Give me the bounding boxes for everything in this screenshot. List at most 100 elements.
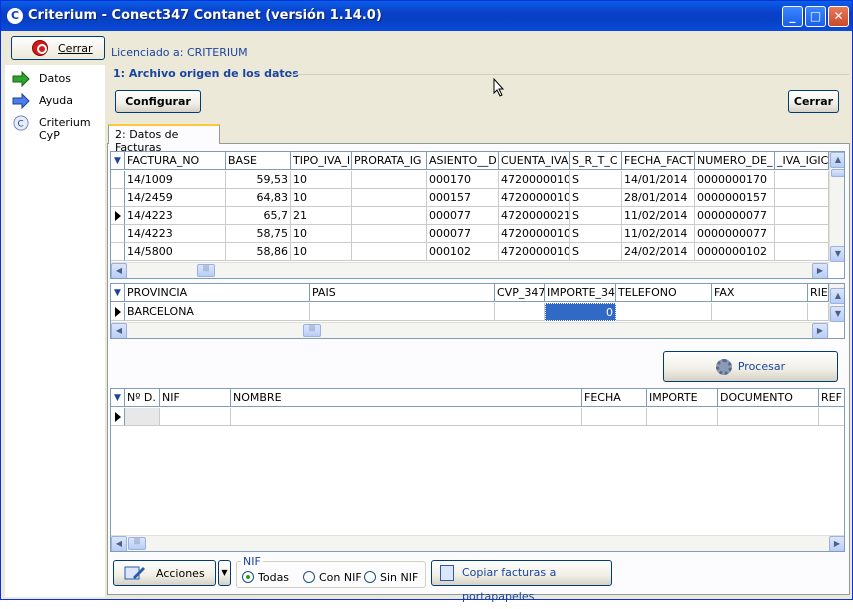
results-grid[interactable]: ▼ Nº D. NIF NOMBRE FECHA IMPORTE DOCUMEN… (110, 388, 845, 552)
table-row[interactable]: 14/1009 59,53 10 000170 4720000010 S 14/01/201… (111, 171, 829, 189)
cerrar-app-button[interactable]: Cerrar (11, 36, 105, 60)
column-header[interactable]: DOCUMENTO (718, 389, 819, 407)
column-header[interactable]: S_R_T_C (570, 152, 622, 170)
column-header[interactable]: CVP_347 (495, 284, 545, 302)
scroll-right-button[interactable]: ▶ (812, 263, 828, 278)
column-header[interactable]: REF (819, 389, 844, 407)
scroll-left-button[interactable]: ◀ (111, 263, 127, 278)
column-header[interactable]: RIE (808, 284, 829, 302)
cell[interactable]: 4720000021 (499, 207, 570, 225)
cell[interactable] (352, 189, 427, 207)
configurar-button[interactable]: Configurar (115, 90, 201, 113)
cell[interactable]: 0000000157 (695, 189, 775, 207)
cell[interactable] (647, 408, 718, 426)
scroll-left-button[interactable]: ◀ (111, 323, 127, 338)
cell[interactable]: 0000000170 (695, 171, 775, 189)
table-row[interactable] (111, 408, 844, 426)
cell[interactable]: 10 (291, 225, 352, 243)
cell[interactable]: 14/5800 (125, 243, 226, 261)
cell[interactable]: S (570, 225, 622, 243)
cell[interactable]: 000157 (427, 189, 499, 207)
cell[interactable]: S (570, 189, 622, 207)
cerrar-source-button[interactable]: Cerrar (788, 90, 839, 113)
cell[interactable]: S (570, 243, 622, 261)
cell[interactable]: 0000000077 (695, 207, 775, 225)
maximize-button[interactable]: □ (805, 6, 826, 27)
cell[interactable]: 4720000010 (499, 189, 570, 207)
cell[interactable] (775, 171, 829, 189)
close-window-button[interactable]: ✕ (828, 6, 849, 27)
cell[interactable]: 64,83 (226, 189, 291, 207)
minimize-button[interactable]: _ (782, 6, 803, 27)
column-header[interactable]: FAX (712, 284, 808, 302)
table-row[interactable]: BARCELONA 0 (111, 303, 829, 321)
scroll-up-button[interactable]: ▲ (830, 288, 844, 304)
cell[interactable] (819, 408, 844, 426)
cell[interactable]: 000077 (427, 225, 499, 243)
cell[interactable] (775, 189, 829, 207)
cell[interactable] (808, 303, 829, 321)
cell[interactable]: 10 (291, 171, 352, 189)
cell[interactable]: 14/4223 (125, 225, 226, 243)
cell[interactable]: 14/01/2014 (622, 171, 695, 189)
column-header[interactable]: IMPORTE_34 (545, 284, 616, 302)
table-row[interactable]: 14/5800 58,86 10 000102 4720000010 S 24/02/201… (111, 243, 829, 261)
invoices-grid[interactable]: ▼ FACTURA_NO BASE TIPO_IVA_I PRORATA_IG … (110, 151, 845, 279)
tab-datos-facturas[interactable]: 2: Datos de Facturas (108, 124, 220, 154)
cell[interactable] (582, 408, 647, 426)
scroll-thumb[interactable]: ||| (128, 537, 146, 550)
cell[interactable]: S (570, 207, 622, 225)
cell[interactable]: 10 (291, 189, 352, 207)
cell[interactable]: 28/01/2014 (622, 189, 695, 207)
provinces-grid[interactable]: ▼ PROVINCIA PAIS CVP_347 IMPORTE_34 TELE… (110, 283, 845, 339)
column-header[interactable]: FACTURA_NO (125, 152, 226, 170)
cell[interactable] (352, 207, 427, 225)
cell[interactable] (775, 207, 829, 225)
copiar-facturas-button[interactable]: Copiar facturas a portapapeles (431, 560, 612, 603)
acciones-button[interactable]: Acciones (113, 560, 216, 586)
results-hscroll[interactable]: ◀ ||| ▶ (111, 535, 844, 551)
procesar-button[interactable]: Procesar (663, 351, 838, 382)
scroll-thumb[interactable] (831, 169, 844, 177)
cell[interactable]: 58,86 (226, 243, 291, 261)
cell[interactable]: BARCELONA (125, 303, 310, 321)
scroll-right-button[interactable]: ▶ (829, 536, 844, 551)
table-row[interactable]: 14/4223 65,7 21 000077 4720000021 S 11/02/2014… (111, 207, 829, 225)
cell[interactable]: S (570, 171, 622, 189)
cell[interactable]: 4720000010 (499, 243, 570, 261)
cell[interactable] (231, 408, 582, 426)
column-header[interactable]: BASE (226, 152, 291, 170)
table-row[interactable]: 14/2459 64,83 10 000157 4720000010 S 28/01/201… (111, 189, 829, 207)
cell[interactable] (352, 243, 427, 261)
cell[interactable] (712, 303, 808, 321)
scroll-left-button[interactable]: ◀ (111, 536, 127, 551)
column-header[interactable]: TIPO_IVA_I (291, 152, 352, 170)
column-header[interactable]: NUMERO_DE_ (695, 152, 775, 170)
cell[interactable] (160, 408, 231, 426)
column-header[interactable]: FECHA_FACT (622, 152, 695, 170)
cell[interactable]: 000077 (427, 207, 499, 225)
column-header[interactable]: PRORATA_IG (352, 152, 427, 170)
cell[interactable]: 59,53 (226, 171, 291, 189)
cell[interactable]: 0000000077 (695, 225, 775, 243)
cell[interactable] (310, 303, 495, 321)
cell[interactable]: 4720000010 (499, 171, 570, 189)
cell[interactable]: 24/02/2014 (622, 243, 695, 261)
column-header[interactable]: TELEFONO (616, 284, 712, 302)
cell[interactable]: 000170 (427, 171, 499, 189)
scroll-thumb[interactable]: ||| (303, 324, 321, 337)
cell[interactable] (616, 303, 712, 321)
cell[interactable]: 000102 (427, 243, 499, 261)
column-header[interactable]: PROVINCIA (125, 284, 310, 302)
cell[interactable]: 10 (291, 243, 352, 261)
provinces-hscroll[interactable]: ◀ ||| ▶ (111, 322, 829, 338)
scroll-down-button[interactable]: ▼ (830, 306, 844, 322)
column-header[interactable]: IMPORTE (647, 389, 718, 407)
cell[interactable]: 4720000010 (499, 225, 570, 243)
column-header[interactable]: NOMBRE (231, 389, 582, 407)
title-bar[interactable]: C Criterium - Conect347 Contanet (versió… (1, 1, 852, 31)
cell[interactable]: 14/1009 (125, 171, 226, 189)
column-header[interactable]: PAIS (310, 284, 495, 302)
scroll-down-button[interactable]: ▼ (830, 246, 844, 262)
column-selector-icon[interactable]: ▼ (111, 284, 125, 302)
